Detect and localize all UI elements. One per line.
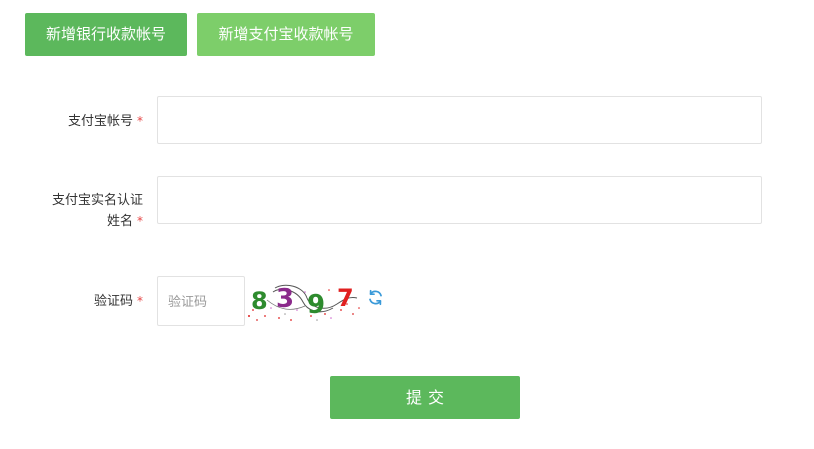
captcha-char: 3 — [276, 284, 294, 314]
realname-label-line2: 姓名 — [106, 214, 133, 229]
refresh-icon[interactable] — [367, 289, 384, 306]
captcha-input[interactable] — [157, 276, 245, 326]
captcha-label: 验证码 * — [94, 291, 143, 312]
required-mark: * — [137, 294, 143, 308]
realname-label: 支付宝实名认证 姓名 * — [52, 190, 143, 232]
submit-button[interactable]: 提交 — [330, 376, 520, 419]
captcha-char: 8 — [251, 287, 268, 315]
realname-input[interactable] — [157, 176, 762, 224]
add-alipay-account-button[interactable]: 新增支付宝收款帐号 — [197, 13, 375, 56]
required-mark: * — [137, 214, 143, 228]
realname-label-line1: 支付宝实名认证 — [51, 193, 143, 208]
captcha-char: 9 — [307, 290, 325, 320]
page: 新增银行收款帐号 新增支付宝收款帐号 支付宝帐号 * 支付宝实名认证 姓名 * 验证… — [0, 0, 814, 449]
captcha-char: 7 — [337, 284, 354, 312]
alipay-account-input[interactable] — [157, 96, 762, 144]
captcha-label-text: 验证码 — [93, 294, 133, 309]
realname-label-line2-wrap: 姓名 * — [52, 211, 143, 232]
add-bank-account-button[interactable]: 新增银行收款帐号 — [25, 13, 187, 56]
captcha-image[interactable]: 8 3 9 7 — [245, 280, 363, 324]
alipay-account-label-text: 支付宝帐号 — [67, 114, 133, 129]
required-mark: * — [137, 114, 143, 128]
alipay-account-label: 支付宝帐号 * — [68, 111, 143, 132]
